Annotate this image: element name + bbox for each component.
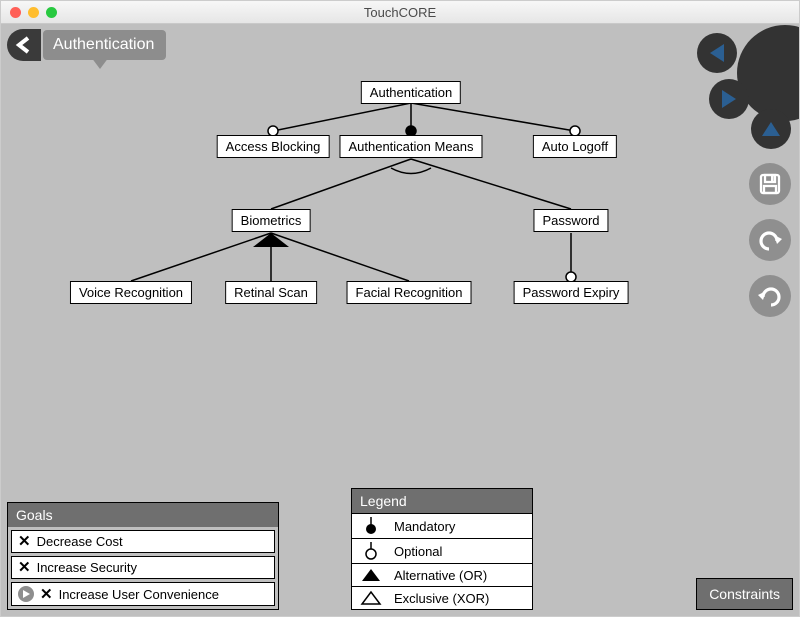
breadcrumb: Authentication — [7, 29, 166, 61]
legend-label: Optional — [394, 544, 442, 559]
optional-icon — [358, 542, 384, 560]
legend-row: Exclusive (XOR) — [352, 587, 532, 609]
back-button[interactable] — [7, 29, 41, 61]
triangle-left-icon — [710, 44, 724, 62]
goals-title: Goals — [8, 503, 278, 527]
constraints-button[interactable]: Constraints — [696, 578, 793, 610]
close-window-button[interactable] — [10, 7, 21, 18]
nav-left-button[interactable] — [697, 33, 737, 73]
undo-button[interactable] — [749, 219, 791, 261]
legend-row: Mandatory — [352, 514, 532, 539]
remove-goal-icon[interactable]: ✕ — [18, 560, 31, 575]
node-access-blocking[interactable]: Access Blocking — [217, 135, 330, 158]
side-toolbar — [749, 163, 791, 317]
node-facial-recognition[interactable]: Facial Recognition — [347, 281, 472, 304]
goals-panel: Goals ✕ Decrease Cost ✕ Increase Securit… — [7, 502, 279, 610]
triangle-up-icon — [762, 122, 780, 136]
legend-title: Legend — [352, 489, 532, 514]
titlebar: TouchCORE — [1, 1, 799, 24]
breadcrumb-dropdown-icon[interactable] — [91, 57, 109, 71]
legend-row: Alternative (OR) — [352, 564, 532, 587]
goal-row[interactable]: ✕ Increase User Convenience — [11, 582, 275, 606]
legend-label: Exclusive (XOR) — [394, 591, 489, 606]
node-voice-recognition[interactable]: Voice Recognition — [70, 281, 192, 304]
remove-goal-icon[interactable]: ✕ — [18, 534, 31, 549]
goal-row[interactable]: ✕ Increase Security — [11, 556, 275, 579]
nav-right-button[interactable] — [709, 79, 749, 119]
alternative-or-icon — [358, 567, 384, 583]
goal-label: Increase User Convenience — [59, 587, 219, 602]
node-authentication-means[interactable]: Authentication Means — [339, 135, 482, 158]
undo-icon — [757, 227, 783, 253]
legend-label: Mandatory — [394, 519, 455, 534]
legend-row: Optional — [352, 539, 532, 564]
node-password-expiry[interactable]: Password Expiry — [514, 281, 629, 304]
legend-panel: Legend Mandatory Optional Alternative (O… — [351, 488, 533, 610]
node-auto-logoff[interactable]: Auto Logoff — [533, 135, 617, 158]
remove-goal-icon[interactable]: ✕ — [40, 587, 53, 602]
node-biometrics[interactable]: Biometrics — [232, 209, 311, 232]
breadcrumb-label[interactable]: Authentication — [43, 30, 166, 60]
mandatory-icon — [358, 517, 384, 535]
window-controls — [10, 7, 57, 18]
legend-label: Alternative (OR) — [394, 568, 487, 583]
chevron-left-icon — [15, 36, 33, 54]
save-icon — [758, 172, 782, 196]
exclusive-xor-icon — [358, 590, 384, 606]
app-window: TouchCORE Authentication — [0, 0, 800, 617]
nav-up-button[interactable] — [751, 109, 791, 149]
goal-row[interactable]: ✕ Decrease Cost — [11, 530, 275, 553]
node-password[interactable]: Password — [533, 209, 608, 232]
minimize-window-button[interactable] — [28, 7, 39, 18]
goal-label: Decrease Cost — [37, 534, 123, 549]
node-authentication[interactable]: Authentication — [361, 81, 461, 104]
node-retinal-scan[interactable]: Retinal Scan — [225, 281, 317, 304]
redo-icon — [757, 283, 783, 309]
app-title: TouchCORE — [1, 5, 799, 20]
maximize-window-button[interactable] — [46, 7, 57, 18]
redo-button[interactable] — [749, 275, 791, 317]
goal-label: Increase Security — [37, 560, 137, 575]
play-goal-icon[interactable] — [18, 586, 34, 602]
save-button[interactable] — [749, 163, 791, 205]
triangle-right-icon — [722, 90, 736, 108]
